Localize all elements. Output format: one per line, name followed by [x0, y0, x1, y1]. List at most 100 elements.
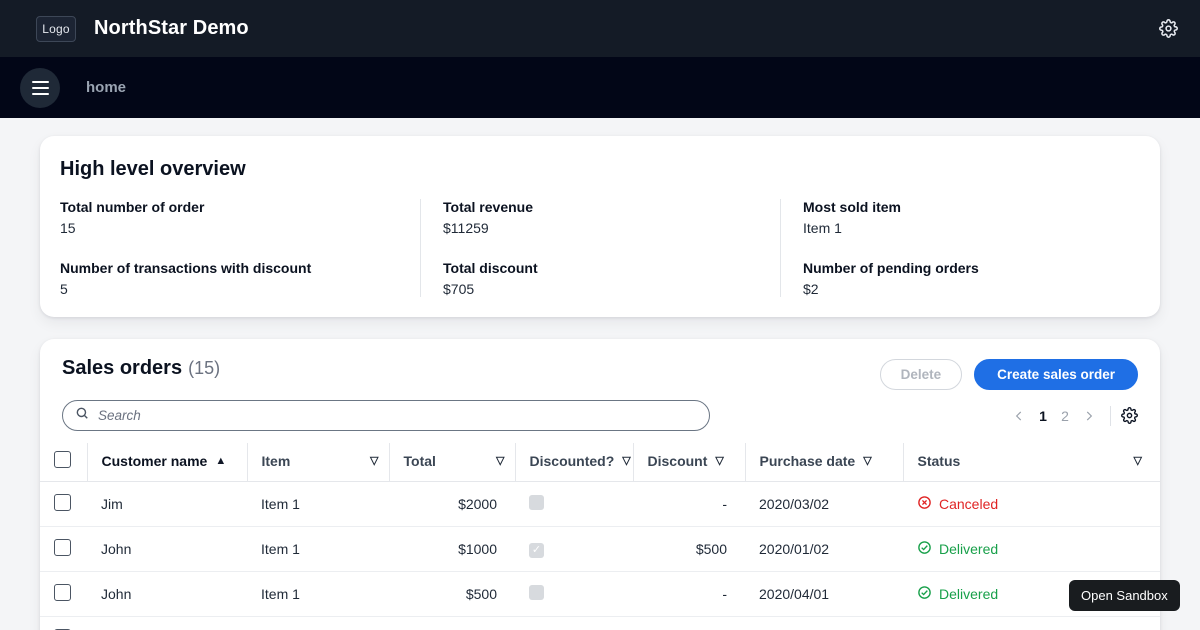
cell-discounted — [515, 572, 633, 617]
column-header-item[interactable]: Item ▽ — [247, 443, 389, 482]
row-select-cell — [40, 572, 87, 617]
cell-total: $2500 — [389, 617, 515, 630]
stat-label: Number of pending orders — [803, 260, 1122, 276]
open-sandbox-tooltip[interactable]: Open Sandbox — [1069, 580, 1180, 611]
status-label: Canceled — [939, 496, 998, 512]
stat-label: Total revenue — [443, 199, 762, 215]
orders-count: (15) — [188, 358, 220, 378]
cell-discounted — [515, 482, 633, 527]
table-row[interactable]: JohnItem 1$1000✓$5002020/01/02Delivered — [40, 527, 1160, 572]
check-circle-icon — [917, 585, 932, 603]
logo[interactable]: Logo — [36, 16, 76, 42]
checked-checkbox-icon: ✓ — [529, 543, 544, 558]
stat-label: Number of transactions with discount — [60, 260, 402, 276]
sort-descending-icon: ▽ — [496, 456, 504, 467]
stat-value: $2 — [803, 281, 1122, 297]
row-select-cell — [40, 527, 87, 572]
overview-card: High level overview Total number of orde… — [40, 136, 1160, 317]
cell-purchase-date: 2020/04/01 — [745, 572, 903, 617]
column-label: Discounted? — [530, 453, 615, 469]
status-badge: Delivered — [917, 540, 998, 558]
page-number-1[interactable]: 1 — [1032, 408, 1054, 424]
stat-label: Total discount — [443, 260, 762, 276]
app-title: NorthStar Demo — [94, 17, 249, 40]
cell-customer-name: John — [87, 617, 247, 630]
search-input[interactable] — [98, 408, 697, 423]
cell-discount: $50 — [633, 617, 745, 630]
pagination: 1 2 — [1006, 403, 1138, 429]
column-header-status[interactable]: Status ▽ — [903, 443, 1160, 482]
check-circle-icon — [917, 540, 932, 558]
overview-column: Most sold item Item 1 Number of pending … — [780, 199, 1140, 297]
table-body: JimItem 1$2000-2020/03/02CanceledJohnIte… — [40, 482, 1160, 630]
sales-orders-header: Sales orders (15) Delete Create sales ord… — [40, 357, 1160, 390]
column-header-total[interactable]: Total ▽ — [389, 443, 515, 482]
page-number-2[interactable]: 2 — [1054, 408, 1076, 424]
stat-value: 15 — [60, 220, 402, 236]
header-actions: Delete Create sales order — [880, 357, 1138, 390]
cell-customer-name: Jim — [87, 482, 247, 527]
breadcrumb[interactable]: home — [86, 79, 126, 96]
pagination-divider — [1110, 406, 1111, 426]
table-row[interactable]: JohnItem 2$2500✓$502020/05/06Delivered — [40, 617, 1160, 630]
table-row[interactable]: JohnItem 1$500-2020/04/01Delivered — [40, 572, 1160, 617]
table-row[interactable]: JimItem 1$2000-2020/03/02Canceled — [40, 482, 1160, 527]
sort-descending-icon: ▽ — [863, 456, 871, 467]
search-box[interactable] — [62, 400, 710, 431]
cell-purchase-date: 2020/05/06 — [745, 617, 903, 630]
search-and-pagination-row: 1 2 — [40, 390, 1160, 443]
row-checkbox[interactable] — [54, 584, 71, 601]
column-header-customer-name[interactable]: Customer name ▲ — [87, 443, 247, 482]
overview-column: Total revenue $11259 Total discount $705 — [420, 199, 780, 297]
row-select-cell — [40, 617, 87, 630]
status-badge: Canceled — [917, 495, 998, 513]
overview-stat: Total revenue $11259 — [443, 199, 762, 236]
delete-button[interactable]: Delete — [880, 359, 963, 390]
cell-total: $1000 — [389, 527, 515, 572]
stat-value: 5 — [60, 281, 402, 297]
chevron-left-icon[interactable] — [1006, 403, 1032, 429]
page-title: Sales orders — [62, 357, 182, 379]
chevron-right-icon[interactable] — [1076, 403, 1102, 429]
stat-value: $11259 — [443, 220, 762, 236]
cell-status: Canceled — [903, 482, 1160, 527]
cell-discount: - — [633, 572, 745, 617]
overview-title: High level overview — [60, 158, 1140, 181]
column-header-discount[interactable]: Discount ▽ — [633, 443, 745, 482]
hamburger-bar — [32, 93, 49, 95]
table-settings-gear-icon[interactable] — [1121, 407, 1138, 424]
column-label: Status — [918, 453, 961, 469]
cell-status: Delivered — [903, 527, 1160, 572]
stat-label: Most sold item — [803, 199, 1122, 215]
column-header-discounted[interactable]: Discounted? ▽ — [515, 443, 633, 482]
cell-discounted: ✓ — [515, 617, 633, 630]
row-checkbox[interactable] — [54, 494, 71, 511]
column-label: Total — [404, 453, 436, 469]
cell-discounted: ✓ — [515, 527, 633, 572]
column-header-purchase-date[interactable]: Purchase date ▽ — [745, 443, 903, 482]
cell-item: Item 1 — [247, 572, 389, 617]
status-badge: Delivered — [917, 585, 998, 603]
column-label: Item — [262, 453, 291, 469]
hamburger-icon[interactable] — [20, 68, 60, 108]
row-select-cell — [40, 482, 87, 527]
hamburger-bar — [32, 87, 49, 89]
stat-label: Total number of order — [60, 199, 402, 215]
select-all-header — [40, 443, 87, 482]
overview-grid: Total number of order 15 Number of trans… — [60, 199, 1140, 297]
overview-stat: Total discount $705 — [443, 260, 762, 297]
cell-purchase-date: 2020/01/02 — [745, 527, 903, 572]
overview-stat: Total number of order 15 — [60, 199, 402, 236]
cell-discount: - — [633, 482, 745, 527]
gear-icon[interactable] — [1156, 17, 1180, 41]
row-checkbox[interactable] — [54, 539, 71, 556]
table-header-row: Customer name ▲ Item ▽ Total ▽ — [40, 443, 1160, 482]
cell-total: $2000 — [389, 482, 515, 527]
cell-item: Item 1 — [247, 482, 389, 527]
select-all-checkbox[interactable] — [54, 451, 71, 468]
create-sales-order-button[interactable]: Create sales order — [974, 359, 1138, 390]
sort-ascending-icon: ▲ — [215, 456, 226, 467]
sort-descending-icon: ▽ — [1134, 456, 1142, 467]
column-label: Customer name — [102, 453, 208, 469]
hamburger-bar — [32, 81, 49, 83]
